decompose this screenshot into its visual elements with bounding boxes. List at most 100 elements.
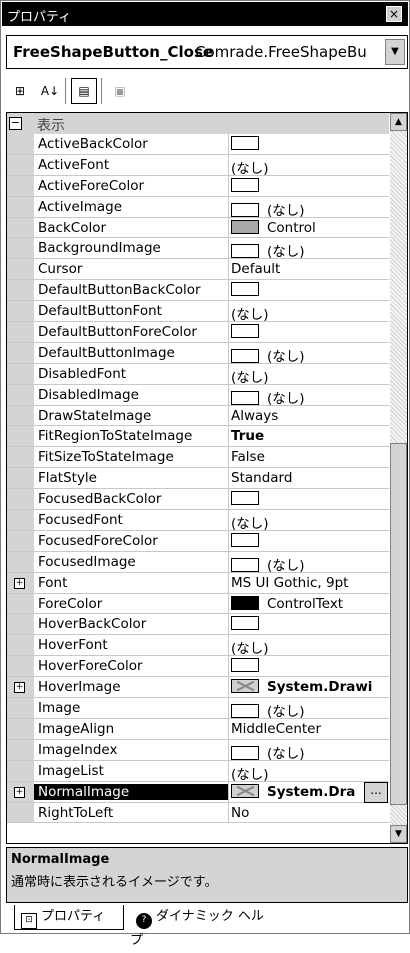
property-value[interactable]: ControlText bbox=[231, 595, 387, 612]
property-row[interactable]: ActiveImage (なし) bbox=[7, 196, 389, 219]
property-value[interactable]: (なし) bbox=[231, 199, 387, 219]
property-row[interactable]: ImageAlign MiddleCenter bbox=[7, 718, 389, 740]
property-value[interactable] bbox=[231, 324, 387, 340]
property-row[interactable]: DefaultButtonImage (なし) bbox=[7, 342, 389, 365]
column-divider bbox=[228, 781, 229, 802]
property-row[interactable]: BackColor Control bbox=[7, 217, 389, 239]
close-icon[interactable]: × bbox=[386, 6, 402, 22]
property-value[interactable]: (なし) bbox=[231, 366, 387, 386]
events-icon[interactable]: ▣ bbox=[107, 78, 133, 104]
property-value[interactable]: System.Drawi bbox=[231, 679, 387, 695]
property-row[interactable]: HoverForeColor bbox=[7, 656, 389, 678]
property-value-text: System.Drawi bbox=[267, 679, 373, 696]
property-value[interactable]: Control bbox=[231, 219, 387, 236]
property-value[interactable]: (なし) bbox=[231, 512, 387, 532]
property-row[interactable]: FitRegionToStateImage True bbox=[7, 426, 389, 448]
tab-properties[interactable]: ⊡ プロパティ bbox=[14, 905, 124, 930]
property-row[interactable]: FitSizeToStateImage False bbox=[7, 447, 389, 469]
properties-icon[interactable]: ▤ bbox=[71, 78, 97, 104]
property-value[interactable]: Standard bbox=[231, 470, 387, 486]
property-row[interactable]: Image (なし) bbox=[7, 698, 389, 720]
vertical-scrollbar[interactable]: ▲ ▼ bbox=[390, 113, 407, 843]
property-value[interactable]: False bbox=[231, 449, 387, 465]
properties-window: プロパティ × FreeShapeButton_Close Comrade.Fr… bbox=[0, 0, 410, 948]
property-row[interactable]: FocusedImage (なし) bbox=[7, 551, 389, 574]
property-value[interactable]: (なし) bbox=[231, 763, 387, 783]
property-value[interactable]: MS UI Gothic, 9pt bbox=[231, 575, 387, 591]
expand-icon[interactable]: + bbox=[14, 682, 25, 694]
property-row[interactable]: DisabledFont (なし) bbox=[7, 363, 389, 386]
property-name: FitRegionToStateImage bbox=[38, 428, 193, 445]
scroll-up-icon[interactable]: ▲ bbox=[390, 113, 407, 131]
property-value[interactable]: (なし) bbox=[231, 700, 387, 720]
property-row[interactable]: ImageList (なし) bbox=[7, 760, 389, 783]
property-value[interactable]: (なし) bbox=[231, 345, 387, 365]
tab-dynamic-help[interactable]: ? ダイナミック ヘルプ bbox=[130, 905, 270, 948]
property-value[interactable]: MiddleCenter bbox=[231, 721, 387, 737]
property-value[interactable]: Always bbox=[231, 408, 387, 424]
property-value[interactable]: (なし) bbox=[231, 637, 387, 657]
property-value[interactable]: (なし) bbox=[231, 303, 387, 323]
property-value[interactable]: (なし) bbox=[231, 387, 387, 407]
alphabetical-sort-icon[interactable]: A↓ bbox=[37, 78, 63, 104]
scroll-thumb[interactable] bbox=[390, 443, 407, 805]
property-value[interactable] bbox=[231, 491, 387, 507]
row-gutter bbox=[7, 134, 34, 154]
property-value[interactable]: (なし) bbox=[231, 157, 387, 177]
property-value[interactable] bbox=[231, 282, 387, 298]
chevron-down-icon[interactable]: ▼ bbox=[385, 39, 405, 65]
property-value[interactable]: True bbox=[231, 428, 387, 444]
collapse-icon[interactable]: − bbox=[9, 117, 22, 130]
property-row[interactable]: ActiveFont (なし) bbox=[7, 154, 389, 177]
property-row[interactable]: RightToLeft No bbox=[7, 802, 389, 824]
property-value[interactable] bbox=[231, 177, 387, 194]
property-value[interactable] bbox=[231, 136, 387, 152]
property-value[interactable]: Default bbox=[231, 261, 387, 277]
color-swatch bbox=[231, 557, 259, 572]
categorized-icon[interactable]: ⊞ bbox=[7, 78, 33, 104]
expand-icon[interactable]: + bbox=[14, 786, 25, 798]
property-row[interactable]: FlatStyle Standard bbox=[7, 468, 389, 490]
property-row[interactable]: + NormalImage System.Dra... bbox=[7, 781, 389, 803]
property-row[interactable]: BackgroundImage (なし) bbox=[7, 238, 389, 260]
property-row[interactable]: + HoverImage System.Drawi bbox=[7, 677, 389, 699]
property-name: FocusedFont bbox=[38, 512, 123, 529]
property-row[interactable]: Cursor Default bbox=[7, 259, 389, 281]
property-row[interactable]: ActiveForeColor bbox=[7, 175, 389, 197]
column-divider bbox=[228, 530, 229, 551]
column-divider bbox=[228, 677, 229, 698]
property-row[interactable]: + Font MS UI Gothic, 9pt bbox=[7, 572, 389, 594]
property-row[interactable]: DefaultButtonBackColor bbox=[7, 280, 389, 302]
property-name: HoverFont bbox=[38, 637, 108, 654]
property-value[interactable]: No bbox=[231, 805, 387, 821]
property-value[interactable] bbox=[231, 658, 387, 674]
property-row[interactable]: ImageIndex (なし) bbox=[7, 739, 389, 762]
row-gutter bbox=[7, 259, 34, 280]
property-value[interactable]: (なし) bbox=[231, 554, 387, 574]
property-value[interactable] bbox=[231, 616, 387, 632]
property-row[interactable]: ForeColor ControlText bbox=[7, 593, 389, 615]
property-row[interactable]: FocusedForeColor bbox=[7, 530, 389, 552]
property-value[interactable]: (なし) bbox=[231, 240, 387, 260]
property-value-text: (なし) bbox=[231, 160, 269, 177]
property-value[interactable]: (なし) bbox=[231, 742, 387, 762]
property-row[interactable]: DefaultButtonFont (なし) bbox=[7, 301, 389, 323]
property-row[interactable]: HoverBackColor bbox=[7, 614, 389, 636]
property-row[interactable]: DisabledImage (なし) bbox=[7, 384, 389, 407]
scroll-down-icon[interactable]: ▼ bbox=[390, 825, 407, 843]
column-divider bbox=[228, 342, 229, 363]
property-row[interactable]: DefaultButtonForeColor bbox=[7, 322, 389, 343]
property-row[interactable]: FocusedBackColor bbox=[7, 489, 389, 511]
expand-icon[interactable]: + bbox=[14, 577, 25, 589]
property-name: FitSizeToStateImage bbox=[38, 449, 174, 466]
property-value[interactable] bbox=[231, 532, 387, 549]
property-row[interactable]: HoverFont (なし) bbox=[7, 635, 389, 657]
property-row[interactable]: ActiveBackColor bbox=[7, 134, 389, 155]
property-name: HoverBackColor bbox=[38, 616, 147, 633]
property-row[interactable]: DrawStateImage Always bbox=[7, 405, 389, 427]
ellipsis-button[interactable]: ... bbox=[364, 781, 388, 803]
column-divider bbox=[228, 426, 229, 447]
category-row[interactable]: − 表示 bbox=[7, 113, 389, 134]
property-row[interactable]: FocusedFont (なし) bbox=[7, 510, 389, 532]
object-selector[interactable]: FreeShapeButton_Close Comrade.FreeShapeB… bbox=[6, 35, 408, 69]
